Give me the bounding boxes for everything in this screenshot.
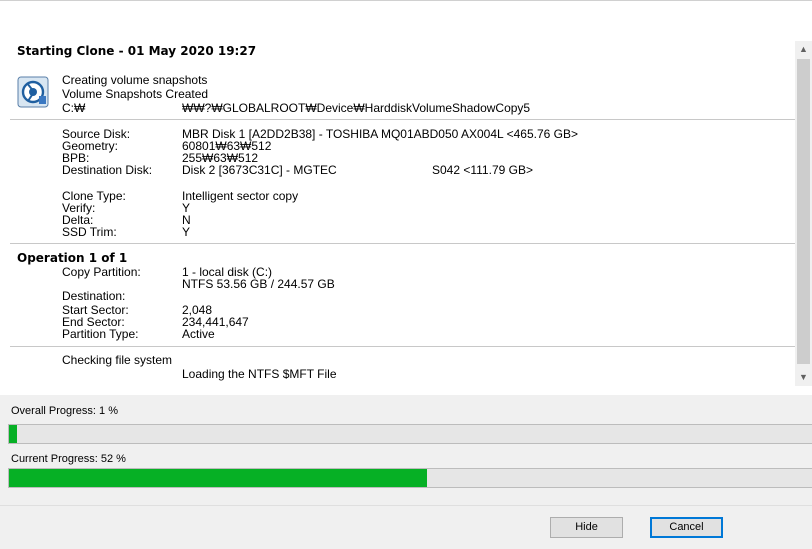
ssd-trim-value: Y: [182, 225, 191, 239]
copy-partition-label: Copy Partition:: [62, 265, 141, 279]
overall-progress-fill: [9, 425, 18, 443]
status-detail: Loading the NTFS $MFT File: [182, 367, 337, 381]
destination-disk-value: Disk 2 [3673C31C] - MGTEC: [182, 163, 337, 177]
log-separator: [10, 346, 796, 347]
scrollbar-thumb[interactable]: [797, 59, 810, 364]
overall-progress-bar: [8, 424, 812, 444]
log-separator: [10, 243, 796, 244]
partition-size-value: NTFS 53.56 GB / 244.57 GB: [182, 277, 335, 291]
destination-disk-label: Destination Disk:: [62, 163, 153, 177]
destination-label: Destination:: [62, 289, 126, 303]
snapshot-created-line: Volume Snapshots Created: [62, 87, 209, 101]
snapshot-drive-label: C:₩: [62, 101, 86, 115]
clone-type-value: Intelligent sector copy: [182, 189, 299, 203]
overall-progress-label: Overall Progress: 1 %: [11, 405, 118, 417]
current-progress-bar: [8, 468, 812, 488]
snapshot-status-line: Creating volume snapshots: [62, 73, 208, 87]
clone-log-panel[interactable]: Starting Clone - 01 May 2020 19:27 Creat…: [0, 1, 812, 395]
operation-header: Operation 1 of 1: [17, 251, 128, 265]
cancel-button[interactable]: Cancel: [650, 517, 723, 538]
log-separator: [10, 119, 796, 120]
status-line: Checking file system: [62, 353, 173, 367]
ssd-trim-label: SSD Trim:: [62, 225, 117, 239]
partition-type-value: Active: [182, 327, 215, 341]
current-progress-label: Current Progress: 52 %: [11, 453, 126, 465]
hide-button[interactable]: Hide: [550, 517, 623, 538]
volume-snapshot-icon: [17, 76, 49, 108]
log-scrollbar[interactable]: ▲ ▼: [795, 41, 812, 386]
scroll-down-arrow-icon[interactable]: ▼: [795, 369, 812, 386]
current-progress-fill: [9, 469, 428, 487]
log-title: Starting Clone - 01 May 2020 19:27: [17, 44, 257, 58]
snapshot-device-path: ₩₩?₩GLOBALROOT₩Device₩HarddiskVolumeShad…: [182, 101, 531, 115]
destination-disk-size: S042 <111.79 GB>: [432, 163, 533, 177]
log-content: Starting Clone - 01 May 2020 19:27 Creat…: [0, 1, 796, 395]
footer-separator: [0, 505, 812, 506]
partition-type-label: Partition Type:: [62, 327, 139, 341]
scroll-up-arrow-icon[interactable]: ▲: [795, 41, 812, 58]
